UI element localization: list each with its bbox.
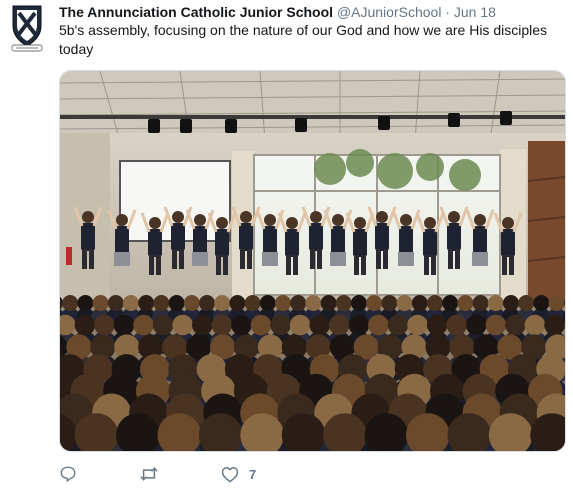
tweet-date[interactable]: Jun 18 <box>454 4 496 20</box>
tweet-photo[interactable] <box>59 70 566 452</box>
avatar[interactable] <box>9 4 45 52</box>
retweet-button[interactable] <box>139 462 159 486</box>
like-count: 7 <box>249 466 257 482</box>
retweet-icon <box>140 467 158 481</box>
tweet-text: 5b's assembly, focusing on the nature of… <box>59 22 548 57</box>
reply-icon <box>60 466 76 482</box>
tweet-header: The Annunciation Catholic Junior School … <box>59 3 496 21</box>
reply-button[interactable] <box>59 462 77 486</box>
assembly-hall-photo <box>60 71 565 451</box>
school-crest-icon <box>11 5 43 52</box>
action-bar: 7 <box>59 462 359 486</box>
author-handle[interactable]: @AJuniorSchool <box>337 4 442 20</box>
like-button[interactable]: 7 <box>221 462 256 486</box>
separator: · <box>445 4 450 20</box>
author-name[interactable]: The Annunciation Catholic Junior School <box>59 4 333 20</box>
tweet[interactable]: The Annunciation Catholic Junior School … <box>0 0 573 492</box>
heart-icon <box>221 466 239 482</box>
